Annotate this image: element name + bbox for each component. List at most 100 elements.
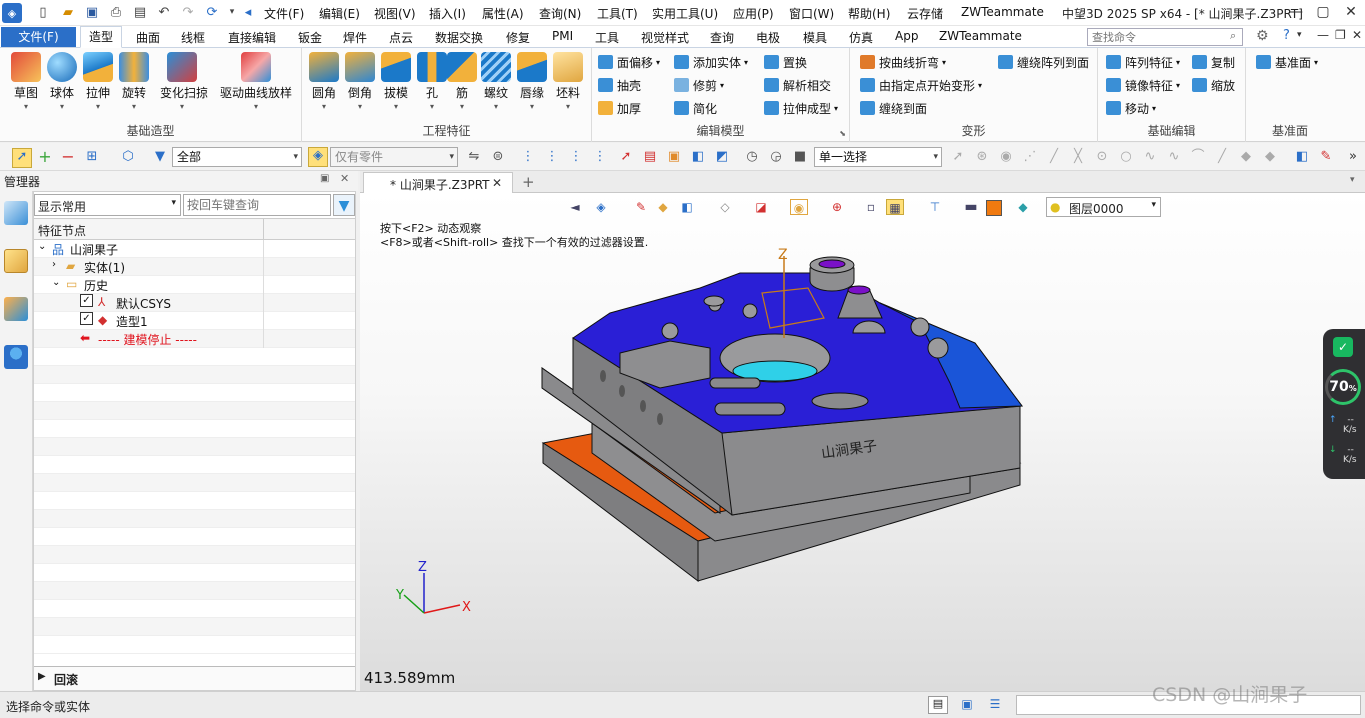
tab-list-dropdown-icon[interactable]: ▾ (1350, 175, 1355, 185)
view-cube-icon[interactable]: ◧ (1294, 149, 1310, 165)
collapse-left-icon[interactable]: ◂ (240, 4, 256, 20)
bend-by-curve-button[interactable]: 按曲线折弯 ▾ (860, 52, 946, 72)
filter-funnel-icon[interactable]: ▼ (333, 194, 355, 216)
tab-wireframe[interactable]: 线框 (181, 29, 205, 46)
move-button[interactable]: 移动 ▾ (1106, 98, 1156, 118)
visibility-checkbox[interactable]: ✓ (80, 312, 93, 325)
menu-file[interactable]: 文件(F) (264, 5, 304, 22)
datum-plane-button[interactable]: 基准面 ▾ (1256, 52, 1318, 72)
remove-selection-icon[interactable]: − (60, 149, 76, 165)
app-logo-icon[interactable]: ◈ (2, 3, 22, 23)
rollback-panel[interactable]: ▶ 回滚 (34, 666, 355, 690)
tab-data-exchange[interactable]: 数据交换 (435, 29, 483, 46)
menu-edit[interactable]: 编辑(E) (319, 5, 360, 22)
filter-combo[interactable]: 全部 ▾ (172, 147, 302, 167)
box-select-icon[interactable]: ⊞ (84, 149, 100, 165)
chamfer-button[interactable]: 倒角 ▾ (342, 52, 378, 111)
tool-c-icon[interactable]: ⋮ (520, 149, 536, 165)
drive-curve-loft-button[interactable]: 驱动曲线放样 ▾ (220, 52, 292, 111)
snap-i-icon[interactable]: ∿ (1142, 149, 1158, 165)
expand-chevron-icon[interactable]: › (52, 259, 56, 270)
user-manager-icon[interactable] (4, 345, 28, 369)
new-file-icon[interactable]: ▯ (35, 4, 51, 20)
tab-surface[interactable]: 曲面 (136, 29, 160, 46)
sphere-button[interactable]: 球体 ▾ (44, 52, 80, 111)
tree-row-stop-marker[interactable]: ⬅ ----- 建模停止 ----- (34, 330, 355, 348)
snap-j-icon[interactable]: ∿ (1166, 149, 1182, 165)
doc-restore-button[interactable]: ❐ (1335, 28, 1346, 42)
tool-h-icon[interactable]: ▤ (642, 149, 658, 165)
deform-from-point-button[interactable]: 由指定点开始变形 ▾ (860, 75, 982, 95)
wrap-to-face-button[interactable]: 缠绕到面 (860, 98, 927, 118)
face-offset-button[interactable]: 面偏移 ▾ (598, 52, 660, 72)
view-manager-icon[interactable] (4, 297, 28, 321)
file-tab[interactable]: 文件(F) (1, 27, 76, 47)
toolbar-overflow-icon[interactable]: » (1345, 149, 1361, 165)
expand-arrow-icon[interactable]: ▶ (38, 671, 46, 682)
stock-button[interactable]: 坯料 ▾ (550, 52, 586, 111)
doc-close-button[interactable]: ✕ (1352, 28, 1362, 42)
filter-icon[interactable]: ▼ (152, 149, 168, 165)
tree-row-csys[interactable]: ✓ ⅄ 默认CSYS (34, 294, 355, 312)
save-as-icon[interactable]: ▤ (132, 4, 148, 20)
settings-gear-icon[interactable]: ⚙ (1256, 28, 1269, 44)
tool-j-icon[interactable]: ◧ (690, 149, 706, 165)
tree-row-solids[interactable]: › ▰ 实体(1) (34, 258, 355, 276)
tab-weldment[interactable]: 焊件 (343, 29, 367, 46)
tool-d-icon[interactable]: ⋮ (544, 149, 560, 165)
select-mode-combo[interactable]: 单一选择 ▾ (814, 147, 942, 167)
analytic-intersect-button[interactable]: 解析相交 (764, 75, 831, 95)
menu-zwteammate[interactable]: ZWTeammate (961, 5, 1044, 19)
menu-query[interactable]: 查询(N) (539, 5, 581, 22)
assembly-manager-icon[interactable] (4, 249, 28, 273)
tab-close-icon[interactable]: ✕ (492, 176, 502, 190)
snap-h-icon[interactable]: ○ (1118, 149, 1134, 165)
tab-tools[interactable]: 工具 (595, 29, 619, 46)
tool-i-icon[interactable]: ▣ (666, 149, 682, 165)
select-pointer-icon[interactable]: ➚ (12, 148, 32, 168)
visibility-checkbox[interactable]: ✓ (80, 294, 93, 307)
tab-simulation[interactable]: 仿真 (849, 29, 873, 46)
tool-a-icon[interactable]: ⇋ (466, 149, 482, 165)
snap-k-icon[interactable]: ⌒ (1190, 149, 1206, 165)
draft-button[interactable]: 拔模 ▾ (378, 52, 414, 111)
pin-icon[interactable]: ▣ (320, 173, 329, 184)
tab-visual-style[interactable]: 视觉样式 (641, 29, 689, 46)
polygon-select-icon[interactable]: ⬡ (120, 149, 136, 165)
menu-cloud[interactable]: 云存储 (907, 5, 943, 22)
tab-point-cloud[interactable]: 点云 (389, 29, 413, 46)
menu-tools[interactable]: 工具(T) (597, 5, 638, 22)
tab-direct-edit[interactable]: 直接编辑 (228, 29, 276, 46)
thread-button[interactable]: 螺纹 ▾ (478, 52, 514, 111)
scale-button[interactable]: 缩放 (1192, 75, 1235, 95)
variable-sweep-button[interactable]: 变化扫掠 ▾ (160, 52, 208, 111)
add-selection-icon[interactable]: + (37, 149, 53, 165)
history-icon[interactable]: ◷ (744, 149, 760, 165)
tool-g-icon[interactable]: ➚ (618, 149, 634, 165)
new-tab-icon[interactable]: + (522, 173, 535, 191)
fillet-button[interactable]: 圆角 ▾ (306, 52, 342, 111)
snap-d-icon[interactable]: ⋰ (1022, 149, 1038, 165)
snap-e-icon[interactable]: ╱ (1046, 149, 1062, 165)
extrude-button[interactable]: 拉伸 ▾ (80, 52, 116, 111)
status-icon-b[interactable]: ▣ (958, 697, 976, 713)
tree-row-history[interactable]: ⌄ ▭ 历史 (34, 276, 355, 294)
snap-m-icon[interactable]: ◆ (1238, 149, 1254, 165)
tab-pmi[interactable]: PMI (552, 29, 573, 43)
tab-electrode[interactable]: 电极 (756, 29, 780, 46)
print-icon[interactable]: ⎙ (108, 4, 124, 20)
tab-mold[interactable]: 模具 (803, 29, 827, 46)
doc-minimize-button[interactable]: — (1317, 28, 1329, 42)
menu-utilities[interactable]: 实用工具(U) (652, 5, 718, 22)
3d-viewport[interactable]: ◄ ◈ ✎ ◆ ◧ ◇ ◪ ◉ ⊕ ▫ ▦ ⊤ ▬ ◆ ● 图层0000 ▾ 按… (360, 193, 1365, 691)
status-icon-c[interactable]: ☰ (986, 697, 1004, 713)
part-filter-icon[interactable]: ◈ (308, 147, 328, 167)
minimize-button[interactable]: — (1285, 2, 1307, 22)
render-icon[interactable]: ✎ (1318, 149, 1334, 165)
help-dropdown-icon[interactable]: ▾ (1297, 30, 1302, 40)
wrap-pattern-to-face-button[interactable]: 缠绕阵列到面 (998, 52, 1089, 72)
snap-n-icon[interactable]: ◆ (1262, 149, 1278, 165)
tool-f-icon[interactable]: ⋮ (592, 149, 608, 165)
shell-button[interactable]: 抽壳 (598, 75, 641, 95)
lip-button[interactable]: 唇缘 ▾ (514, 52, 550, 111)
